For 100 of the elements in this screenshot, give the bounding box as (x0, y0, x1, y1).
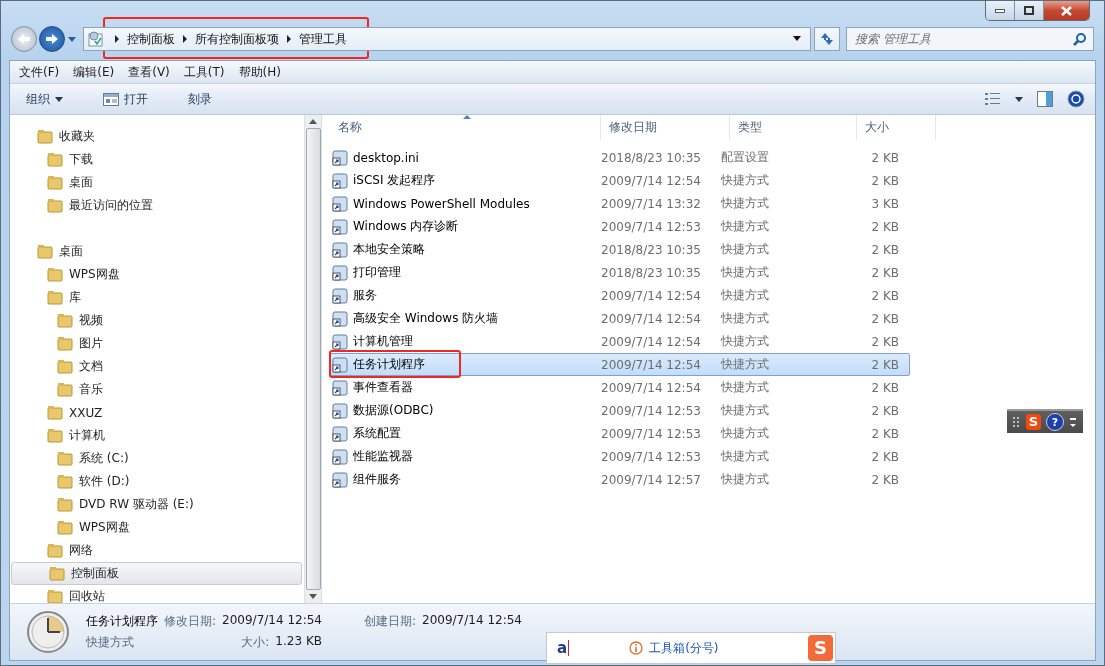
table-cell-text: 2 KB (870, 334, 900, 349)
help-icon[interactable] (1067, 90, 1085, 108)
sidebar-item[interactable]: 视频 (10, 309, 302, 332)
table-cell-text: 2009/7/14 12:53 (600, 219, 702, 234)
menu-item[interactable]: 工具(T) (176, 63, 232, 81)
sidebar-item[interactable]: 下载 (10, 148, 302, 171)
sidebar-item[interactable]: 系统 (C:) (10, 447, 302, 470)
column-header[interactable]: 大小 (857, 115, 936, 140)
table-cell-text: 快捷方式 (720, 287, 770, 304)
shortcut-icon (332, 448, 348, 465)
view-list-icon[interactable] (985, 93, 1001, 105)
sidebar-item[interactable]: 桌面 (10, 240, 302, 263)
sidebar-item[interactable]: 软件 (D:) (10, 470, 302, 493)
sidebar-item[interactable]: 收藏夹 (10, 125, 302, 148)
sidebar-item[interactable]: 控制面板 (11, 562, 302, 585)
refresh-button[interactable] (814, 27, 840, 51)
shortcut-icon (332, 425, 348, 442)
chevron-icon (114, 35, 120, 43)
window-icon (103, 92, 119, 106)
sidebar-item[interactable]: 图片 (10, 332, 302, 355)
folder-icon (47, 428, 63, 443)
scrollbar[interactable] (304, 115, 321, 603)
table-cell-text: 快捷方式 (720, 195, 770, 212)
table-cell-text: 快捷方式 (720, 471, 770, 488)
sidebar-item[interactable]: 桌面 (10, 171, 302, 194)
refresh-arrows-icon (819, 31, 835, 47)
selected-row[interactable]: 任务计划程序 2009/7/14 12:54 快捷方式 2 KB (330, 353, 910, 376)
ime-logo[interactable]: S (1025, 414, 1041, 430)
sidebar-item[interactable]: 最近访问的位置 (10, 194, 302, 217)
sidebar-item[interactable]: 音乐 (10, 378, 302, 401)
caret-icon[interactable] (1015, 96, 1023, 102)
table-cell-text: 2 KB (870, 173, 900, 188)
folder-icon (49, 566, 65, 581)
breadcrumb-item[interactable]: 所有控制面板项 (195, 30, 279, 48)
folder-icon (47, 290, 63, 305)
file-name: 任务计划程序 (86, 613, 158, 630)
shortcut-icon (332, 287, 348, 304)
search-field[interactable]: 搜索 管理工具 (846, 27, 1094, 51)
menu-item[interactable]: 查看(V) (121, 63, 177, 81)
table-cell-text: 2018/8/23 10:35 (600, 150, 702, 165)
sidebar-item[interactable]: WPS网盘 (10, 263, 302, 286)
sidebar-item[interactable]: 库 (10, 286, 302, 309)
table-cell-text: 快捷方式 (720, 172, 770, 189)
minimize-button[interactable] (986, 1, 1015, 20)
table-cell-text: 快捷方式 (720, 379, 770, 396)
sidebar-item[interactable]: 回收站 (10, 585, 302, 603)
sidebar-item[interactable]: XXUZ (10, 401, 302, 424)
info-icon (629, 641, 644, 655)
help-button[interactable]: ? (1046, 413, 1064, 431)
ime-hint[interactable]: 工具箱(分号) (649, 639, 719, 657)
forward-button[interactable] (39, 26, 65, 52)
table-cell-text: 2 KB (870, 403, 900, 418)
table-cell-text: 快捷方式 (720, 241, 770, 258)
column-header[interactable]: 修改日期 (601, 115, 730, 140)
shortcut-icon (332, 356, 348, 373)
shortcut-icon (332, 218, 348, 235)
address-bar[interactable]: 控制面板 所有控制面板项 管理工具 (83, 27, 811, 51)
control-panel-icon (87, 30, 105, 48)
toolbar-button[interactable]: 组织 (18, 87, 71, 111)
folder-icon (57, 336, 73, 351)
ime-logo: S (808, 635, 833, 661)
grip-icon (1012, 417, 1021, 427)
table-cell-text: 2009/7/14 12:54 (600, 334, 702, 349)
column-header[interactable]: 名称 (330, 115, 601, 140)
table-cell: 事件查看器 (331, 379, 593, 396)
shortcut-icon (332, 264, 348, 281)
table-cell: 数据源(ODBC) (331, 402, 593, 419)
shortcut-icon (332, 471, 348, 488)
breadcrumb-item[interactable]: 管理工具 (299, 30, 347, 48)
menu-item[interactable]: 帮助(H) (231, 63, 288, 81)
folder-icon (57, 382, 73, 397)
sidebar-item[interactable]: DVD RW 驱动器 (E:) (10, 493, 302, 516)
ime-input[interactable]: a (557, 639, 568, 657)
shortcut-icon (332, 310, 348, 327)
close-button[interactable] (1044, 1, 1089, 20)
preview-pane-icon[interactable] (1037, 91, 1053, 107)
sidebar-item[interactable]: 文档 (10, 355, 302, 378)
table-cell: 性能监视器 (331, 448, 593, 465)
menu-item[interactable]: 编辑(E) (66, 63, 122, 81)
sidebar-item[interactable]: 网络 (10, 539, 302, 562)
column-header[interactable]: 类型 (730, 115, 857, 140)
table-cell-text: 2 KB (870, 357, 900, 372)
dropdown-icon[interactable] (792, 36, 802, 42)
maximize-button[interactable] (1015, 1, 1044, 20)
folder-icon (47, 152, 63, 167)
toolbar-button[interactable]: 刻录 (180, 87, 220, 111)
breadcrumb-item[interactable]: 控制面板 (127, 30, 175, 48)
table-cell-text: 2018/8/23 10:35 (600, 265, 702, 280)
table-cell-text: 2 KB (870, 288, 900, 303)
menu-icon (1069, 416, 1077, 428)
menu-item[interactable]: 文件(F) (12, 63, 67, 81)
sidebar-item[interactable]: 计算机 (10, 424, 302, 447)
toolbar-button[interactable]: 打开 (95, 87, 156, 111)
scroll-up-icon (309, 119, 317, 124)
folder-icon (37, 129, 53, 144)
ime-toolbar[interactable]: S ? (1006, 409, 1083, 433)
field-label: 修改日期: (164, 613, 217, 630)
sidebar-item[interactable]: WPS网盘 (10, 516, 302, 539)
folder-icon (57, 451, 73, 466)
field-value: 2009/7/14 12:54 (222, 613, 322, 629)
